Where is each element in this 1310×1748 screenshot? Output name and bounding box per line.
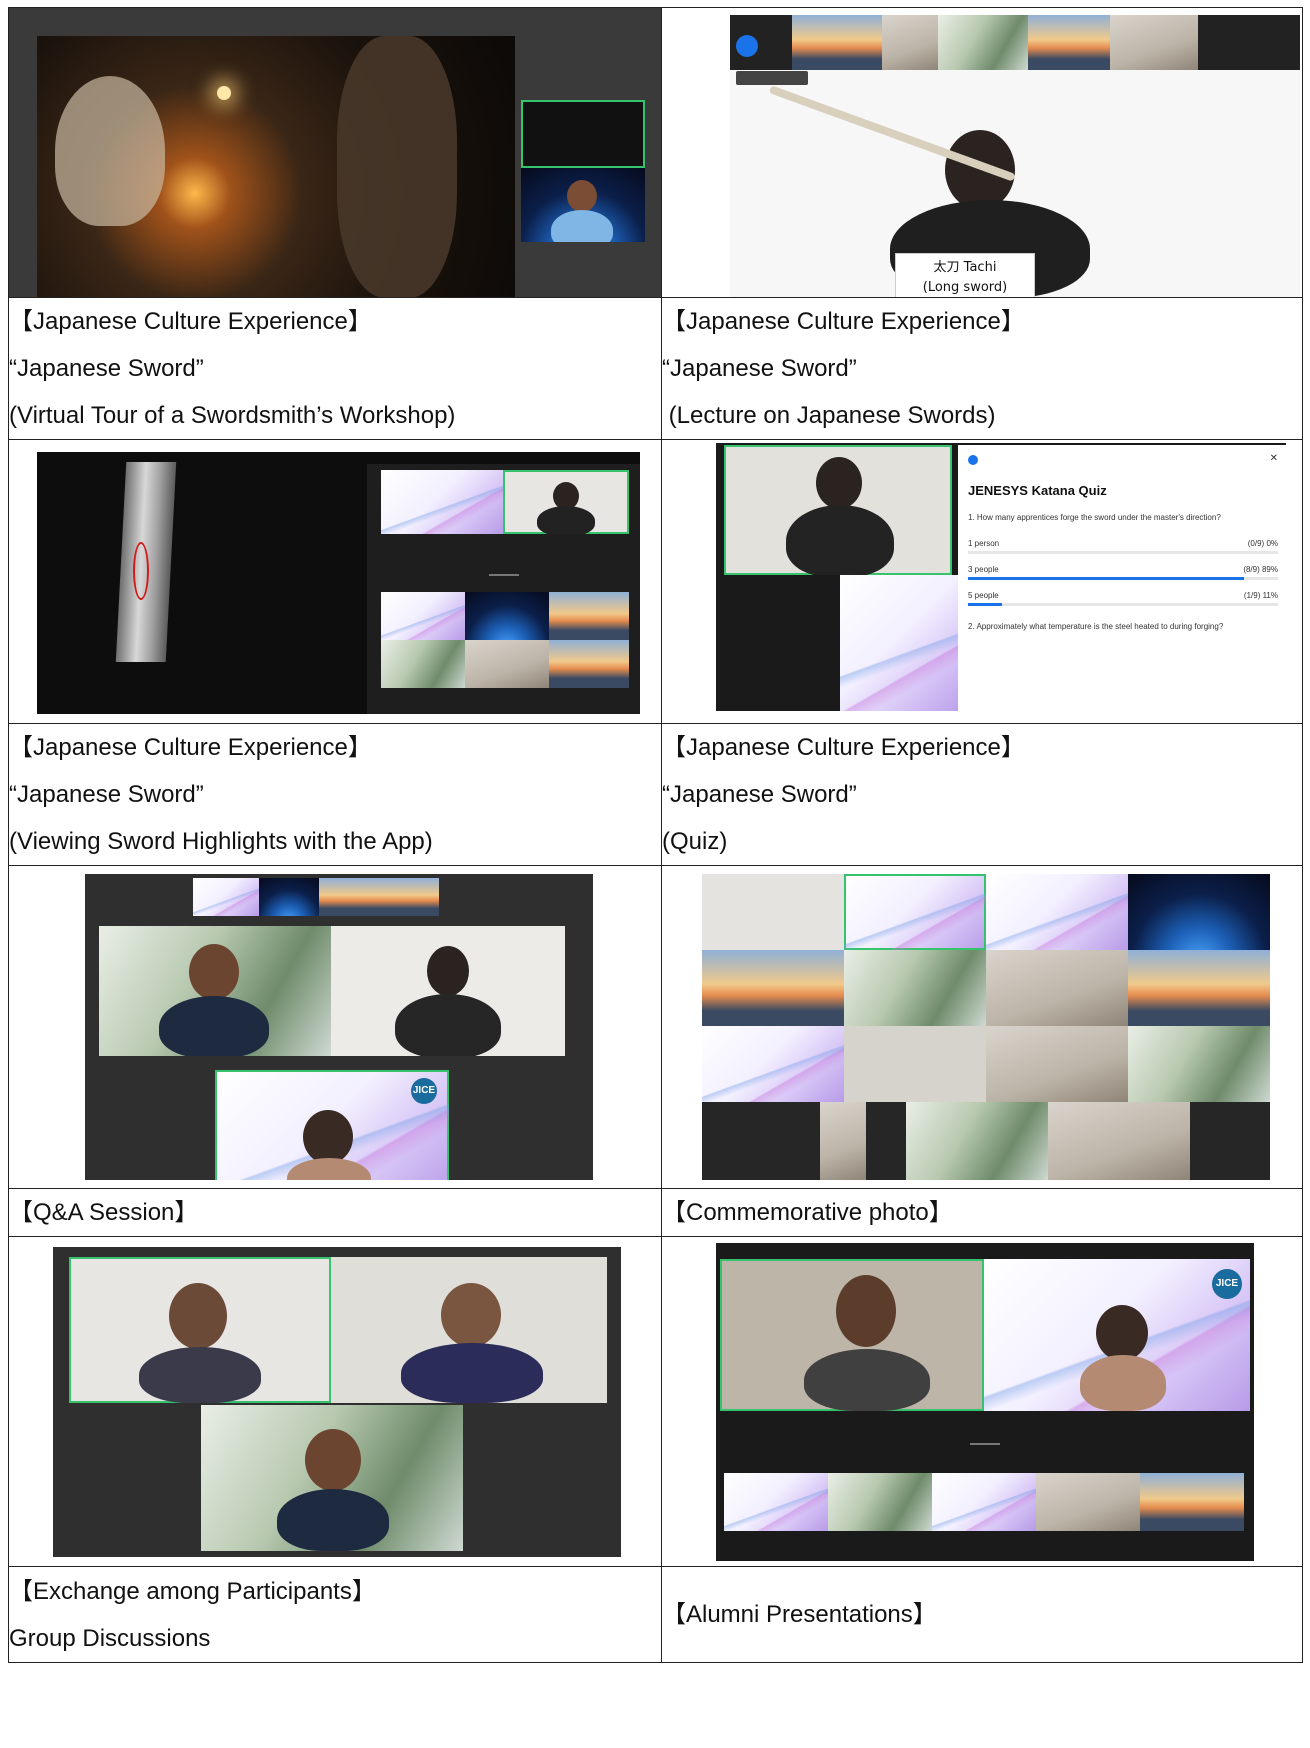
caption-line: 【Exchange among Participants】 — [9, 1577, 376, 1605]
caption-line: 【Alumni Presentations】 — [662, 1601, 937, 1628]
caption-cell: 【Japanese Culture Experience】 “Japanese … — [661, 723, 1303, 866]
caption-cell: 【Japanese Culture Experience】 “Japanese … — [8, 297, 662, 440]
photo-sword-highlights-app — [8, 439, 662, 724]
quiz-title: JENESYS Katana Quiz — [968, 483, 1107, 498]
caption-line: “Japanese Sword” — [662, 781, 857, 808]
photo-report-table: 太刀 Tachi (Long sword) 【Japanese Culture … — [8, 7, 1303, 1663]
quiz-option: 1 person (0/9) 0% — [968, 539, 1278, 565]
name-card-line-1: 太刀 Tachi — [933, 260, 997, 275]
name-card-line-2: (Long sword) — [922, 280, 1008, 295]
quiz-option: 5 people (1/9) 11% — [968, 591, 1278, 621]
photo-swordsmith-workshop — [8, 7, 662, 298]
photo-qa-session: JICE — [8, 865, 662, 1189]
photo-quiz: ✕ JENESYS Katana Quiz 1. How many appren… — [661, 439, 1303, 724]
caption-line: “Japanese Sword” — [9, 355, 204, 382]
quiz-option-stat: (1/9) 11% — [1243, 591, 1278, 600]
quiz-option-label: 1 person — [968, 539, 1000, 548]
caption-line: 【Japanese Culture Experience】 — [9, 308, 372, 335]
photo-sword-lecture: 太刀 Tachi (Long sword) — [661, 7, 1303, 298]
quiz-option-stat: (8/9) 89% — [1243, 565, 1278, 574]
quiz-question-1: 1. How many apprentices forge the sword … — [968, 513, 1221, 522]
quiz-question-2: 2. Approximately what temperature is the… — [968, 622, 1224, 631]
close-icon[interactable]: ✕ — [1270, 453, 1278, 464]
caption-line: 【Japanese Culture Experience】 — [9, 734, 372, 761]
quiz-option: 3 people (8/9) 89% — [968, 565, 1278, 591]
caption-line: “Japanese Sword” — [662, 355, 857, 382]
caption-line: (Virtual Tour of a Swordsmith’s Workshop… — [9, 402, 456, 429]
caption-line: Group Discussions — [9, 1624, 211, 1652]
caption-line: 【Japanese Culture Experience】 — [662, 734, 1025, 761]
caption-line: (Quiz) — [662, 828, 728, 855]
caption-line: (Lecture on Japanese Swords) — [662, 402, 996, 429]
caption-cell: 【Commemorative photo】 — [661, 1188, 1303, 1237]
jice-logo: JICE — [411, 1078, 437, 1104]
caption-line: 【Japanese Culture Experience】 — [662, 308, 1025, 335]
quiz-option-label: 5 people — [968, 591, 999, 600]
caption-cell: 【Japanese Culture Experience】 “Japanese … — [661, 297, 1303, 440]
photo-commemorative — [661, 865, 1303, 1189]
caption-line: 【Q&A Session】 — [9, 1199, 199, 1226]
caption-cell: 【Q&A Session】 — [8, 1188, 662, 1237]
jice-logo: JICE — [1212, 1269, 1242, 1299]
quiz-panel: ✕ JENESYS Katana Quiz 1. How many appren… — [958, 445, 1286, 711]
quiz-option-label: 3 people — [968, 565, 999, 574]
photo-group-discussion — [8, 1236, 662, 1567]
name-card: 太刀 Tachi (Long sword) — [895, 253, 1035, 297]
caption-line: “Japanese Sword” — [9, 781, 204, 808]
quiz-option-stat: (0/9) 0% — [1247, 539, 1278, 548]
caption-line: (Viewing Sword Highlights with the App) — [9, 828, 433, 855]
caption-cell: 【Alumni Presentations】 — [661, 1566, 1303, 1663]
caption-cell: 【Exchange among Participants】 Group Disc… — [8, 1566, 662, 1663]
caption-line: 【Commemorative photo】 — [662, 1199, 953, 1226]
photo-alumni-presentations: JICE — [661, 1236, 1303, 1567]
caption-cell: 【Japanese Culture Experience】 “Japanese … — [8, 723, 662, 866]
